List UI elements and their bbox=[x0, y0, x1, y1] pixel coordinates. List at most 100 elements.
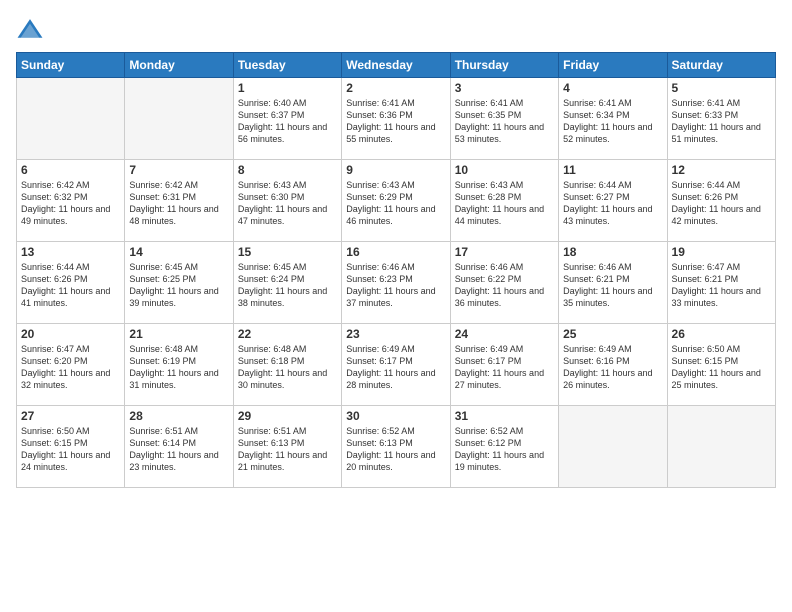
day-header-wednesday: Wednesday bbox=[342, 53, 450, 78]
calendar-cell: 30 Sunrise: 6:52 AM Sunset: 6:13 PM Dayli… bbox=[342, 406, 450, 488]
day-info: Sunrise: 6:50 AM Sunset: 6:15 PM Dayligh… bbox=[672, 343, 771, 392]
day-number: 18 bbox=[563, 245, 662, 259]
calendar-cell: 5 Sunrise: 6:41 AM Sunset: 6:33 PM Daylig… bbox=[667, 78, 775, 160]
day-number: 13 bbox=[21, 245, 120, 259]
day-info: Sunrise: 6:49 AM Sunset: 6:17 PM Dayligh… bbox=[455, 343, 554, 392]
calendar-cell: 26 Sunrise: 6:50 AM Sunset: 6:15 PM Dayli… bbox=[667, 324, 775, 406]
calendar-cell bbox=[559, 406, 667, 488]
day-info: Sunrise: 6:41 AM Sunset: 6:35 PM Dayligh… bbox=[455, 97, 554, 146]
calendar-cell bbox=[17, 78, 125, 160]
day-info: Sunrise: 6:42 AM Sunset: 6:31 PM Dayligh… bbox=[129, 179, 228, 228]
calendar-week-row: 1 Sunrise: 6:40 AM Sunset: 6:37 PM Daylig… bbox=[17, 78, 776, 160]
logo-icon bbox=[16, 16, 44, 44]
day-info: Sunrise: 6:48 AM Sunset: 6:18 PM Dayligh… bbox=[238, 343, 337, 392]
day-number: 3 bbox=[455, 81, 554, 95]
day-info: Sunrise: 6:40 AM Sunset: 6:37 PM Dayligh… bbox=[238, 97, 337, 146]
calendar-header-row: SundayMondayTuesdayWednesdayThursdayFrid… bbox=[17, 53, 776, 78]
calendar-cell: 15Sunrise: 6:45 AM Sunset: 6:24 PM Dayli… bbox=[233, 242, 341, 324]
day-number: 27 bbox=[21, 409, 120, 423]
day-number: 7 bbox=[129, 163, 228, 177]
day-header-friday: Friday bbox=[559, 53, 667, 78]
calendar-cell: 7 Sunrise: 6:42 AM Sunset: 6:31 PM Daylig… bbox=[125, 160, 233, 242]
calendar-cell: 14 Sunrise: 6:45 AM Sunset: 6:25 PM Dayli… bbox=[125, 242, 233, 324]
day-number: 8 bbox=[238, 163, 337, 177]
day-header-tuesday: Tuesday bbox=[233, 53, 341, 78]
calendar-cell: 25 Sunrise: 6:49 AM Sunset: 6:16 PM Dayli… bbox=[559, 324, 667, 406]
day-number: 28 bbox=[129, 409, 228, 423]
day-info: Sunrise: 6:46 AM Sunset: 6:23 PM Dayligh… bbox=[346, 261, 445, 310]
calendar-cell: 17 Sunrise: 6:46 AM Sunset: 6:22 PM Dayli… bbox=[450, 242, 558, 324]
calendar-week-row: 20 Sunrise: 6:47 AM Sunset: 6:20 PM Dayli… bbox=[17, 324, 776, 406]
day-info: Sunrise: 6:52 AM Sunset: 6:12 PM Dayligh… bbox=[455, 425, 554, 474]
day-info: Sunrise: 6:44 AM Sunset: 6:26 PM Dayligh… bbox=[21, 261, 120, 310]
day-info: Sunrise: 6:48 AM Sunset: 6:19 PM Dayligh… bbox=[129, 343, 228, 392]
calendar-cell: 28 Sunrise: 6:51 AM Sunset: 6:14 PM Dayli… bbox=[125, 406, 233, 488]
calendar-cell: 24 Sunrise: 6:49 AM Sunset: 6:17 PM Dayli… bbox=[450, 324, 558, 406]
day-info: Sunrise: 6:46 AM Sunset: 6:21 PM Dayligh… bbox=[563, 261, 662, 310]
calendar-cell: 10 Sunrise: 6:43 AM Sunset: 6:28 PM Dayli… bbox=[450, 160, 558, 242]
page-header bbox=[16, 16, 776, 44]
calendar-cell: 1 Sunrise: 6:40 AM Sunset: 6:37 PM Daylig… bbox=[233, 78, 341, 160]
day-number: 10 bbox=[455, 163, 554, 177]
day-info: Sunrise: 6:44 AM Sunset: 6:26 PM Dayligh… bbox=[672, 179, 771, 228]
logo bbox=[16, 16, 48, 44]
day-number: 11 bbox=[563, 163, 662, 177]
day-info: Sunrise: 6:43 AM Sunset: 6:29 PM Dayligh… bbox=[346, 179, 445, 228]
calendar-cell: 9 Sunrise: 6:43 AM Sunset: 6:29 PM Daylig… bbox=[342, 160, 450, 242]
day-info: Sunrise: 6:44 AM Sunset: 6:27 PM Dayligh… bbox=[563, 179, 662, 228]
calendar-cell: 29Sunrise: 6:51 AM Sunset: 6:13 PM Dayli… bbox=[233, 406, 341, 488]
day-info: Sunrise: 6:50 AM Sunset: 6:15 PM Dayligh… bbox=[21, 425, 120, 474]
calendar-cell: 2Sunrise: 6:41 AM Sunset: 6:36 PM Daylig… bbox=[342, 78, 450, 160]
day-number: 12 bbox=[672, 163, 771, 177]
calendar-cell: 13 Sunrise: 6:44 AM Sunset: 6:26 PM Dayli… bbox=[17, 242, 125, 324]
calendar-cell bbox=[667, 406, 775, 488]
calendar-cell: 6Sunrise: 6:42 AM Sunset: 6:32 PM Daylig… bbox=[17, 160, 125, 242]
day-info: Sunrise: 6:52 AM Sunset: 6:13 PM Dayligh… bbox=[346, 425, 445, 474]
day-info: Sunrise: 6:41 AM Sunset: 6:34 PM Dayligh… bbox=[563, 97, 662, 146]
calendar-cell: 18 Sunrise: 6:46 AM Sunset: 6:21 PM Dayli… bbox=[559, 242, 667, 324]
day-info: Sunrise: 6:42 AM Sunset: 6:32 PM Dayligh… bbox=[21, 179, 120, 228]
day-info: Sunrise: 6:43 AM Sunset: 6:28 PM Dayligh… bbox=[455, 179, 554, 228]
day-info: Sunrise: 6:41 AM Sunset: 6:33 PM Dayligh… bbox=[672, 97, 771, 146]
calendar-cell: 11 Sunrise: 6:44 AM Sunset: 6:27 PM Dayli… bbox=[559, 160, 667, 242]
day-number: 24 bbox=[455, 327, 554, 341]
day-info: Sunrise: 6:49 AM Sunset: 6:16 PM Dayligh… bbox=[563, 343, 662, 392]
day-info: Sunrise: 6:46 AM Sunset: 6:22 PM Dayligh… bbox=[455, 261, 554, 310]
calendar-week-row: 27 Sunrise: 6:50 AM Sunset: 6:15 PM Dayli… bbox=[17, 406, 776, 488]
day-header-saturday: Saturday bbox=[667, 53, 775, 78]
day-number: 9 bbox=[346, 163, 445, 177]
day-info: Sunrise: 6:47 AM Sunset: 6:21 PM Dayligh… bbox=[672, 261, 771, 310]
day-number: 22 bbox=[238, 327, 337, 341]
day-number: 20 bbox=[21, 327, 120, 341]
day-number: 1 bbox=[238, 81, 337, 95]
day-number: 29 bbox=[238, 409, 337, 423]
calendar-cell bbox=[125, 78, 233, 160]
calendar-cell: 12 Sunrise: 6:44 AM Sunset: 6:26 PM Dayli… bbox=[667, 160, 775, 242]
day-number: 4 bbox=[563, 81, 662, 95]
calendar-week-row: 6Sunrise: 6:42 AM Sunset: 6:32 PM Daylig… bbox=[17, 160, 776, 242]
calendar-cell: 21Sunrise: 6:48 AM Sunset: 6:19 PM Dayli… bbox=[125, 324, 233, 406]
day-info: Sunrise: 6:45 AM Sunset: 6:25 PM Dayligh… bbox=[129, 261, 228, 310]
day-number: 23 bbox=[346, 327, 445, 341]
calendar-cell: 16Sunrise: 6:46 AM Sunset: 6:23 PM Dayli… bbox=[342, 242, 450, 324]
calendar-cell: 19Sunrise: 6:47 AM Sunset: 6:21 PM Dayli… bbox=[667, 242, 775, 324]
calendar-week-row: 13 Sunrise: 6:44 AM Sunset: 6:26 PM Dayli… bbox=[17, 242, 776, 324]
day-number: 26 bbox=[672, 327, 771, 341]
day-info: Sunrise: 6:49 AM Sunset: 6:17 PM Dayligh… bbox=[346, 343, 445, 392]
day-info: Sunrise: 6:45 AM Sunset: 6:24 PM Dayligh… bbox=[238, 261, 337, 310]
day-number: 25 bbox=[563, 327, 662, 341]
day-number: 17 bbox=[455, 245, 554, 259]
day-info: Sunrise: 6:47 AM Sunset: 6:20 PM Dayligh… bbox=[21, 343, 120, 392]
day-header-sunday: Sunday bbox=[17, 53, 125, 78]
day-number: 30 bbox=[346, 409, 445, 423]
calendar-cell: 20 Sunrise: 6:47 AM Sunset: 6:20 PM Dayli… bbox=[17, 324, 125, 406]
day-info: Sunrise: 6:51 AM Sunset: 6:14 PM Dayligh… bbox=[129, 425, 228, 474]
day-number: 5 bbox=[672, 81, 771, 95]
day-number: 14 bbox=[129, 245, 228, 259]
calendar-cell: 4 Sunrise: 6:41 AM Sunset: 6:34 PM Daylig… bbox=[559, 78, 667, 160]
calendar-cell: 27 Sunrise: 6:50 AM Sunset: 6:15 PM Dayli… bbox=[17, 406, 125, 488]
calendar-cell: 3 Sunrise: 6:41 AM Sunset: 6:35 PM Daylig… bbox=[450, 78, 558, 160]
day-header-monday: Monday bbox=[125, 53, 233, 78]
calendar-table: SundayMondayTuesdayWednesdayThursdayFrid… bbox=[16, 52, 776, 488]
day-info: Sunrise: 6:41 AM Sunset: 6:36 PM Dayligh… bbox=[346, 97, 445, 146]
